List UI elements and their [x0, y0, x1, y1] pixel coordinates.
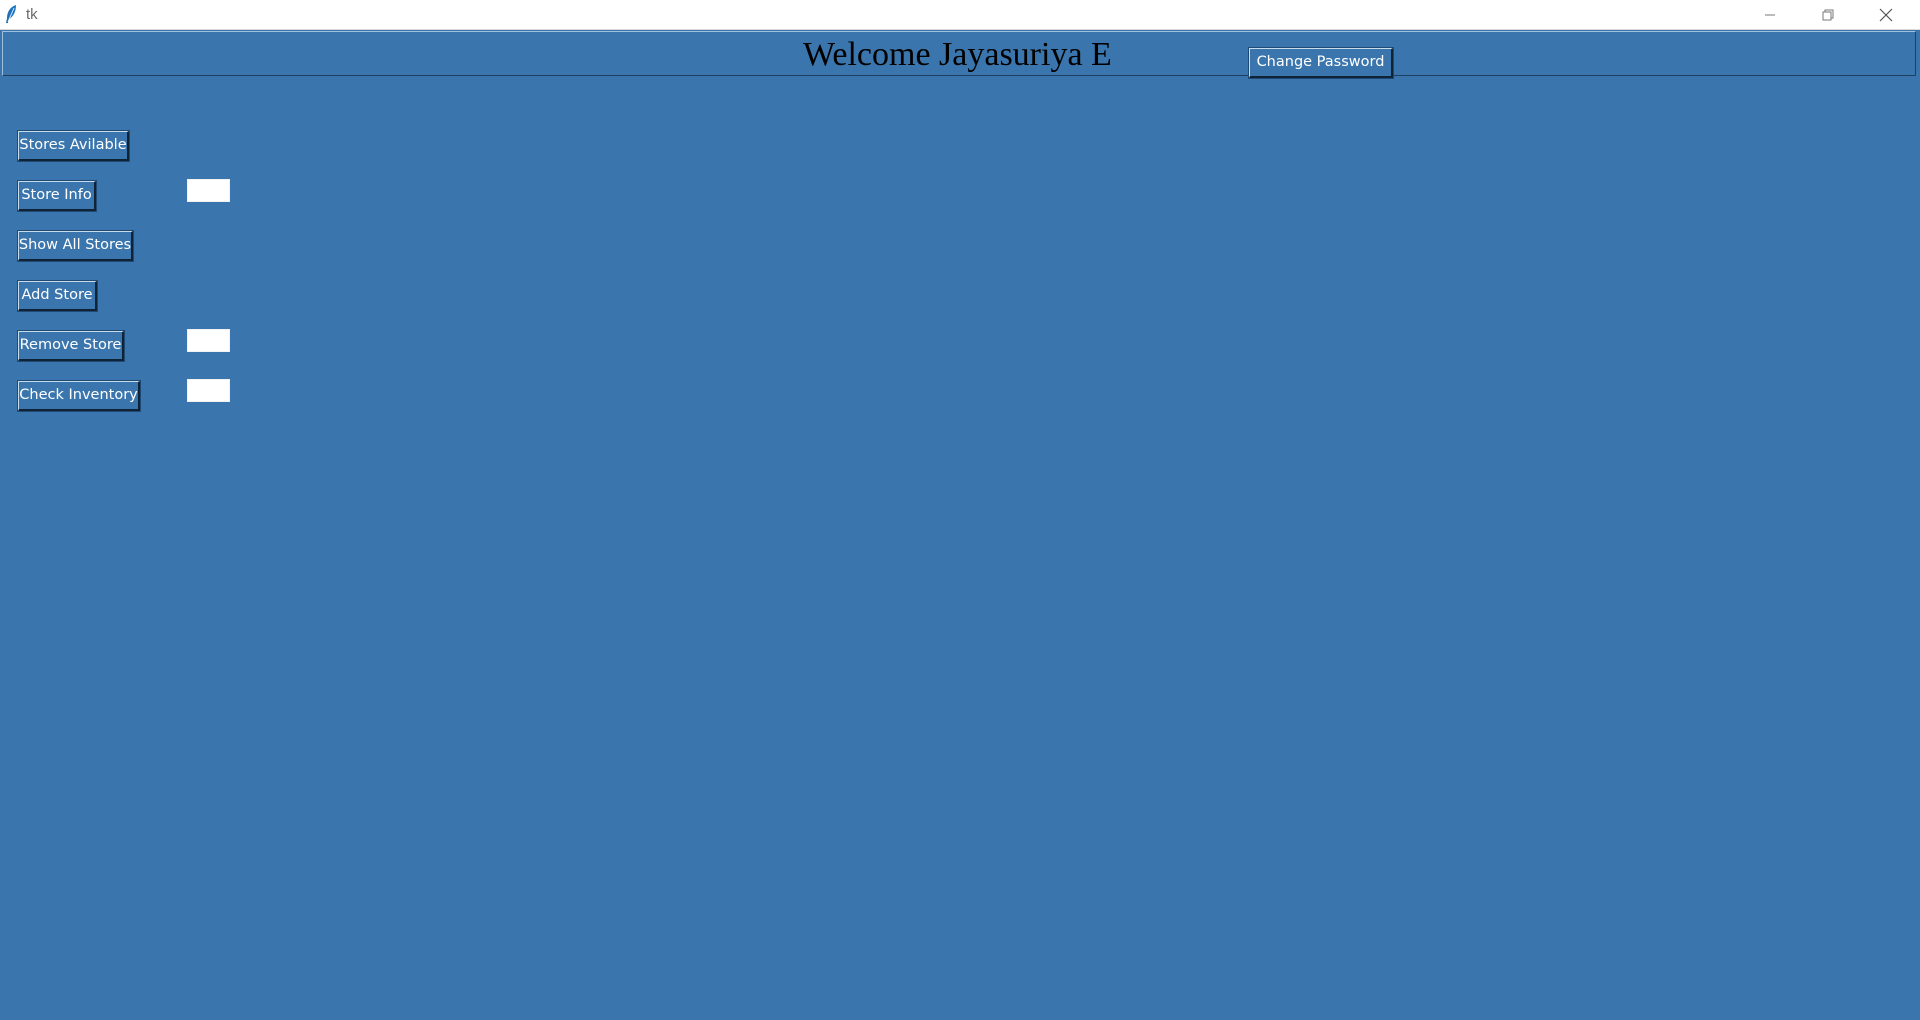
minimize-button[interactable]	[1742, 0, 1798, 29]
window-title: tk	[26, 6, 38, 23]
title-bar[interactable]: tk	[0, 0, 1920, 30]
header-frame: Welcome Jayasuriya E	[2, 31, 1916, 76]
restore-icon	[1822, 9, 1834, 20]
main-window: Welcome Jayasuriya E Change Password Sto…	[0, 30, 1920, 1020]
close-button[interactable]	[1858, 0, 1914, 29]
change-password-button[interactable]: Change Password	[1248, 47, 1394, 79]
check-inventory-input[interactable]	[187, 379, 230, 402]
show-all-stores-button[interactable]: Show All Stores	[17, 230, 134, 262]
remove-store-button[interactable]: Remove Store	[17, 330, 125, 362]
minimize-icon	[1765, 14, 1775, 15]
feather-icon	[6, 5, 16, 23]
add-store-button[interactable]: Add Store	[17, 280, 98, 312]
stores-available-button[interactable]: Stores Avilable	[17, 130, 130, 162]
close-icon	[1879, 8, 1893, 21]
restore-button[interactable]	[1800, 0, 1856, 29]
store-info-input[interactable]	[187, 179, 230, 202]
store-info-button[interactable]: Store Info	[17, 180, 97, 212]
welcome-heading: Welcome Jayasuriya E	[803, 36, 1112, 73]
check-inventory-button[interactable]: Check Inventory	[17, 380, 141, 412]
remove-store-input[interactable]	[187, 329, 230, 352]
